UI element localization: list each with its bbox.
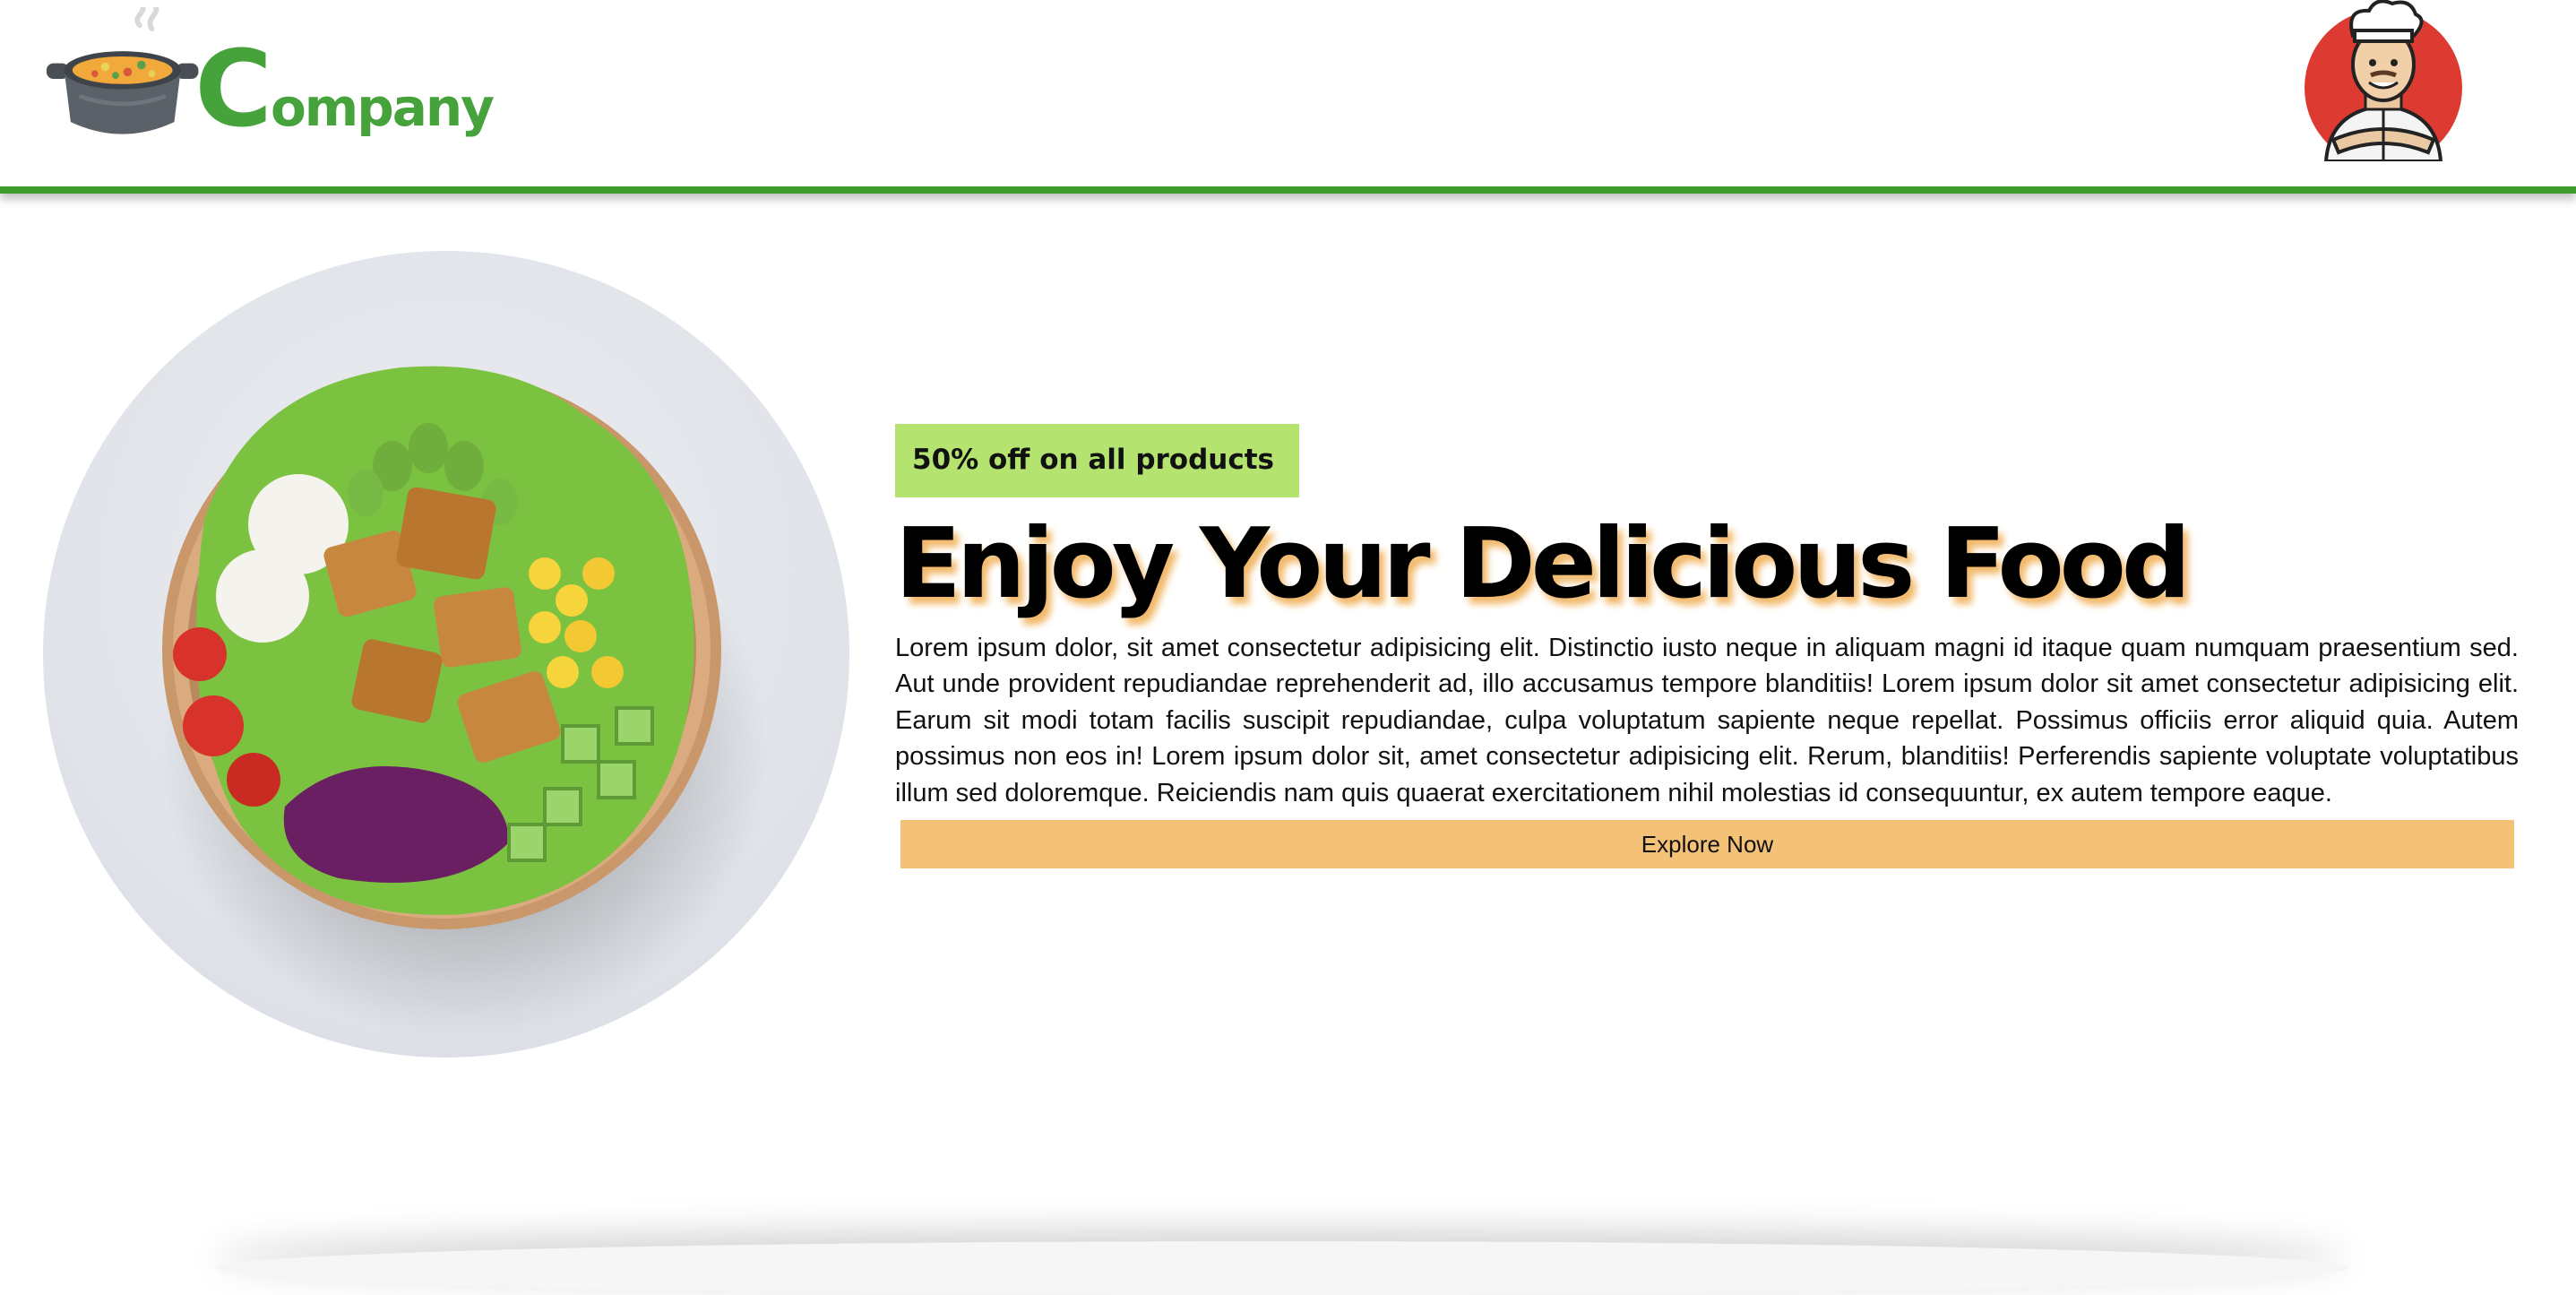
hero-description: Lorem ipsum dolor, sit amet consectetur … — [895, 633, 2519, 807]
site-header: Company — [0, 0, 2576, 194]
brand-logo[interactable]: Company — [45, 7, 495, 151]
promo-badge: 50% off on all products — [895, 424, 1299, 497]
salad-bowl-image — [43, 251, 849, 1058]
brand-first-letter: C — [194, 27, 272, 151]
chef-avatar[interactable] — [2294, 0, 2473, 161]
brand-name: Company — [194, 36, 495, 142]
cooking-pot-icon — [46, 7, 199, 134]
hero-title: Enjoy Your Delicious Food — [895, 508, 2191, 620]
brand-rest: ompany — [270, 77, 495, 138]
explore-now-button[interactable]: Explore Now — [900, 820, 2514, 869]
hero-content: 50% off on all products Enjoy Your Delic… — [895, 424, 2519, 869]
next-section-edge — [215, 1241, 2348, 1295]
